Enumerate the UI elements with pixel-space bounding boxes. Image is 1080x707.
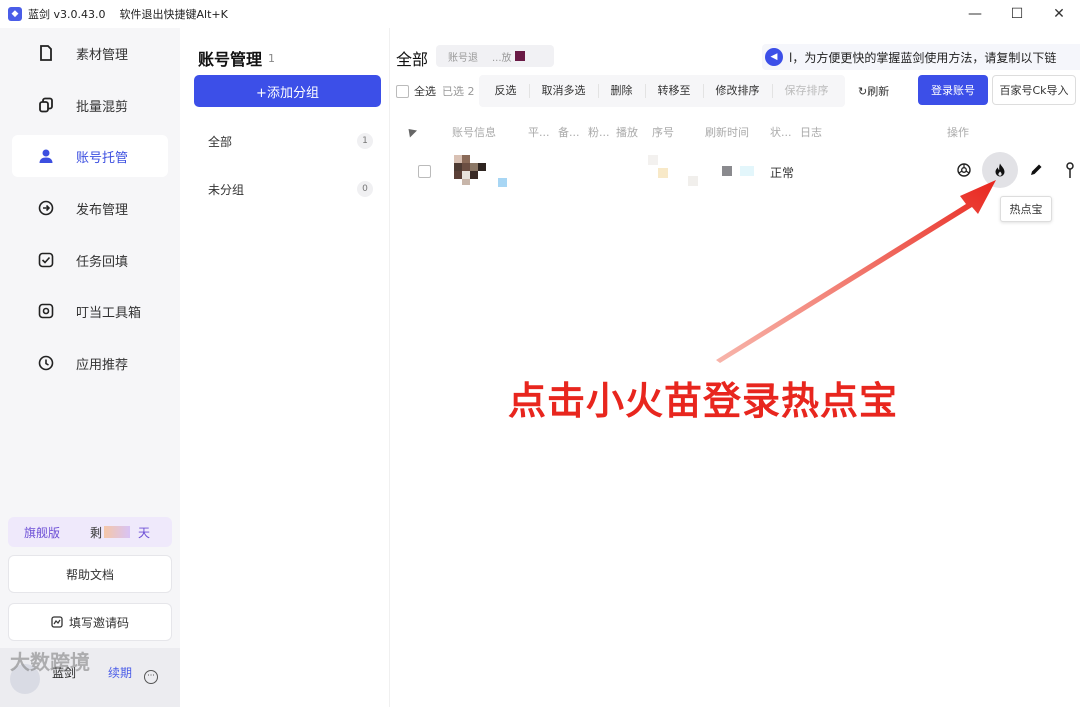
- annotation-text: 点击小火苗登录热点宝: [508, 379, 899, 423]
- annotation-arrow: [716, 180, 996, 363]
